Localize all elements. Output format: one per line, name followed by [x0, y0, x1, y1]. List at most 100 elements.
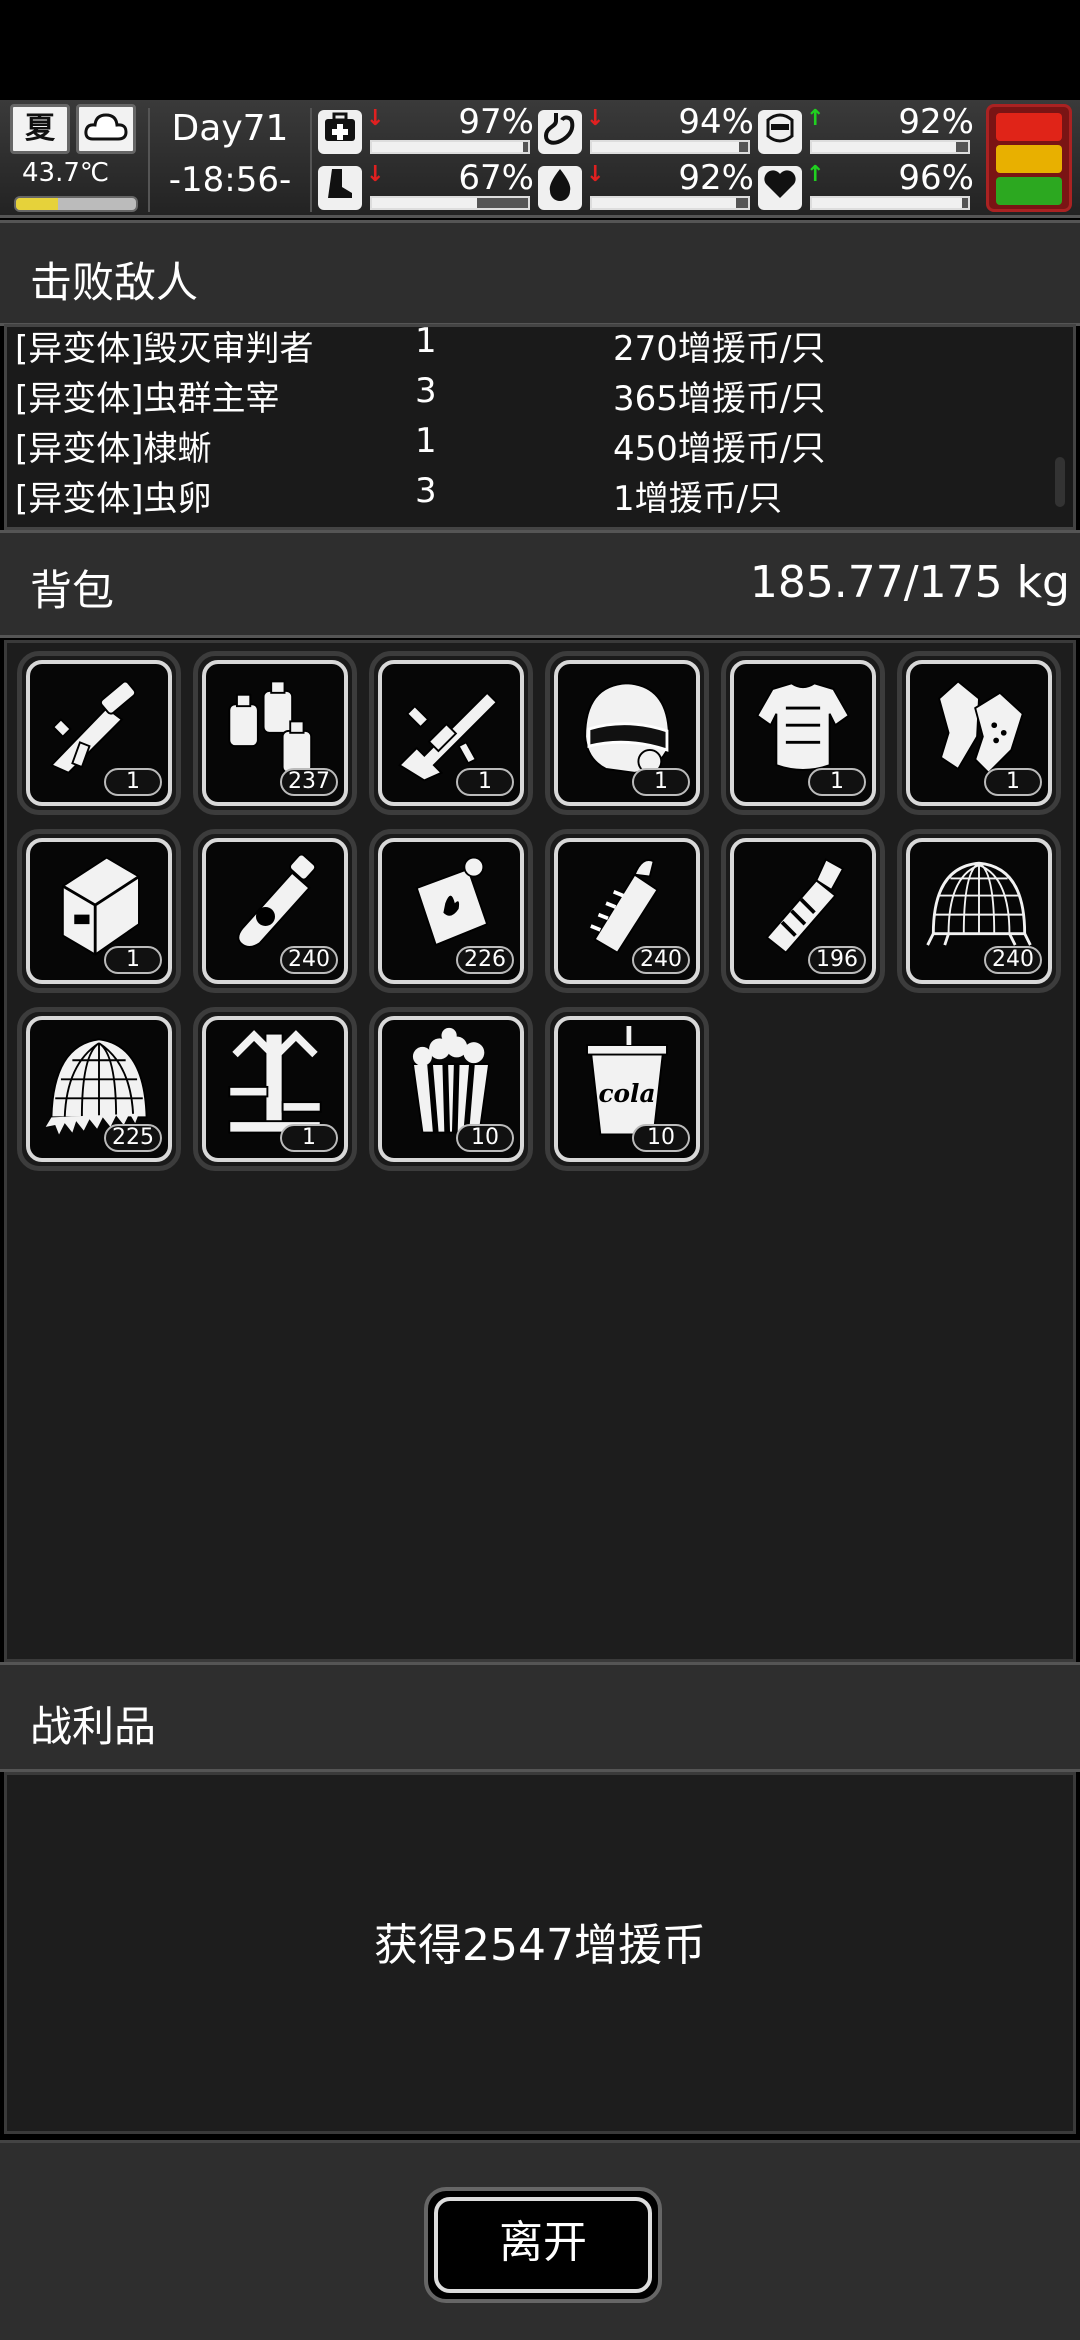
alert-indicator[interactable]	[986, 104, 1072, 212]
stat-stamina[interactable]: ↓ 67%	[318, 158, 538, 214]
trend-down-icon: ↓	[366, 106, 385, 131]
survival-hud: 夏 43.7℃ Day71 -18:56- ↓ 97% ↓ 94% ↑ 92% ↓ 67% ↓ 9…	[0, 100, 1080, 218]
temperature-readout: 43.7℃	[22, 158, 110, 188]
enemy-reward: 1增援币/只	[613, 479, 783, 519]
alert-light-red	[996, 113, 1062, 141]
inventory-slot[interactable]: 1	[721, 651, 885, 815]
backpack-weight: 185.77/175 kg	[749, 557, 1070, 608]
stat-value: 97%	[458, 102, 534, 142]
system-status-bar	[0, 0, 1080, 100]
item-quantity: 10	[456, 1124, 514, 1152]
enemy-count: 3	[415, 371, 437, 411]
enemy-reward: 365增援币/只	[613, 379, 826, 419]
stat-value: 96%	[898, 158, 974, 198]
enemy-reward: 450增援币/只	[613, 429, 826, 469]
temperature-bar	[14, 196, 138, 212]
enemy-reward: 270增援币/只	[613, 329, 826, 369]
enemy-row: [异变体]棣蜥 1 450增援币/只	[7, 421, 1067, 471]
day-counter: Day71	[171, 108, 289, 149]
enemy-count: 1	[415, 324, 437, 361]
item-quantity: 240	[632, 946, 690, 974]
inventory-slot[interactable]: 1	[369, 651, 533, 815]
stat-bar	[370, 196, 530, 210]
mask-icon	[758, 110, 802, 154]
stat-bar	[810, 196, 970, 210]
inventory-slot[interactable]: 1	[17, 829, 181, 993]
enemy-row: [异变体]虫卵 3 1增援币/只	[7, 471, 1067, 521]
item-quantity: 1	[280, 1124, 338, 1152]
leave-button[interactable]: 离开	[424, 2187, 662, 2303]
inventory-slot[interactable]: 10	[369, 1007, 533, 1171]
stat-bar	[590, 140, 750, 154]
enemy-name: [异变体]棣蜥	[15, 429, 212, 469]
stat-value: 92%	[898, 102, 974, 142]
game-clock: -18:56-	[168, 160, 292, 200]
inventory-slot[interactable]: 226	[369, 829, 533, 993]
inventory-slot[interactable]: 240	[193, 829, 357, 993]
footer-bar: 离开	[0, 2140, 1080, 2340]
inventory-slot[interactable]: 240	[897, 829, 1061, 993]
season-badge: 夏	[10, 104, 70, 154]
stat-health[interactable]: ↓ 97%	[318, 102, 538, 158]
item-quantity: 10	[632, 1124, 690, 1152]
stat-bar	[370, 140, 530, 154]
inventory-slot[interactable]: 237	[193, 651, 357, 815]
item-quantity: 1	[104, 946, 162, 974]
enemy-count: 3	[415, 471, 437, 511]
inventory-slot[interactable]: 196	[721, 829, 885, 993]
stat-value: 92%	[678, 158, 754, 198]
stat-bar	[810, 140, 970, 154]
defeated-enemies-list[interactable]: [异变体]毁灭审判者 1 270增援币/只 [异变体]虫群主宰 3 365增援币/只 [异变…	[4, 324, 1076, 530]
backpack-title: 背包	[30, 566, 115, 615]
inventory-slot[interactable]: 1	[897, 651, 1061, 815]
item-quantity: 1	[456, 768, 514, 796]
inventory-slot[interactable]: 1	[545, 651, 709, 815]
list-scrollbar[interactable]	[1055, 457, 1065, 507]
trend-up-icon: ↑	[806, 162, 825, 187]
item-quantity: 240	[984, 946, 1042, 974]
loot-message: 获得2547增援币	[374, 1920, 706, 1971]
trend-down-icon: ↓	[366, 162, 385, 187]
trend-down-icon: ↓	[586, 162, 605, 187]
backpack-header: 背包 185.77/175 kg	[0, 530, 1080, 638]
stat-hunger[interactable]: ↓ 94%	[538, 102, 758, 158]
item-quantity: 196	[808, 946, 866, 974]
backpack-grid: 1 237 1 1 1 1 1 240 226 240 196 240 225 1 10 cola 10	[4, 640, 1076, 1662]
stat-bar	[590, 196, 750, 210]
item-quantity: 226	[456, 946, 514, 974]
cup-label: cola	[599, 1079, 656, 1108]
item-quantity: 1	[808, 768, 866, 796]
alert-light-yellow	[996, 145, 1062, 173]
item-quantity: 240	[280, 946, 338, 974]
inventory-slot[interactable]: 1	[193, 1007, 357, 1171]
item-quantity: 1	[104, 768, 162, 796]
enemy-name: [异变体]虫卵	[15, 479, 212, 519]
stat-mood[interactable]: ↑ 92%	[758, 102, 978, 158]
loot-panel: 获得2547增援币	[4, 1772, 1076, 2134]
item-quantity: 225	[104, 1124, 162, 1152]
enemy-name: [异变体]毁灭审判者	[15, 329, 314, 369]
inventory-slot[interactable]: 225	[17, 1007, 181, 1171]
heart-icon	[758, 166, 802, 210]
stat-thirst[interactable]: ↓ 92%	[538, 158, 758, 214]
stat-value: 67%	[458, 158, 534, 198]
alert-light-green	[996, 177, 1062, 205]
inventory-slot[interactable]: 1	[17, 651, 181, 815]
stomach-icon	[538, 110, 582, 154]
item-quantity: 1	[632, 768, 690, 796]
inventory-slot[interactable]: cola 10	[545, 1007, 709, 1171]
water-drop-icon	[538, 166, 582, 210]
defeated-enemies-title: 击败敌人	[30, 258, 199, 307]
stat-heart[interactable]: ↑ 96%	[758, 158, 978, 214]
medkit-icon	[318, 110, 362, 154]
trend-down-icon: ↓	[586, 106, 605, 131]
inventory-slot[interactable]: 240	[545, 829, 709, 993]
loot-title: 战利品	[30, 1702, 157, 1751]
enemy-count: 1	[415, 421, 437, 461]
enemy-row: [异变体]虫群主宰 3 365增援币/只	[7, 371, 1067, 421]
item-quantity: 1	[984, 768, 1042, 796]
cloud-icon	[76, 104, 136, 154]
loot-header: 战利品	[0, 1662, 1080, 1772]
enemy-name: [异变体]虫群主宰	[15, 379, 280, 419]
defeated-enemies-header: 击败敌人	[0, 220, 1080, 326]
